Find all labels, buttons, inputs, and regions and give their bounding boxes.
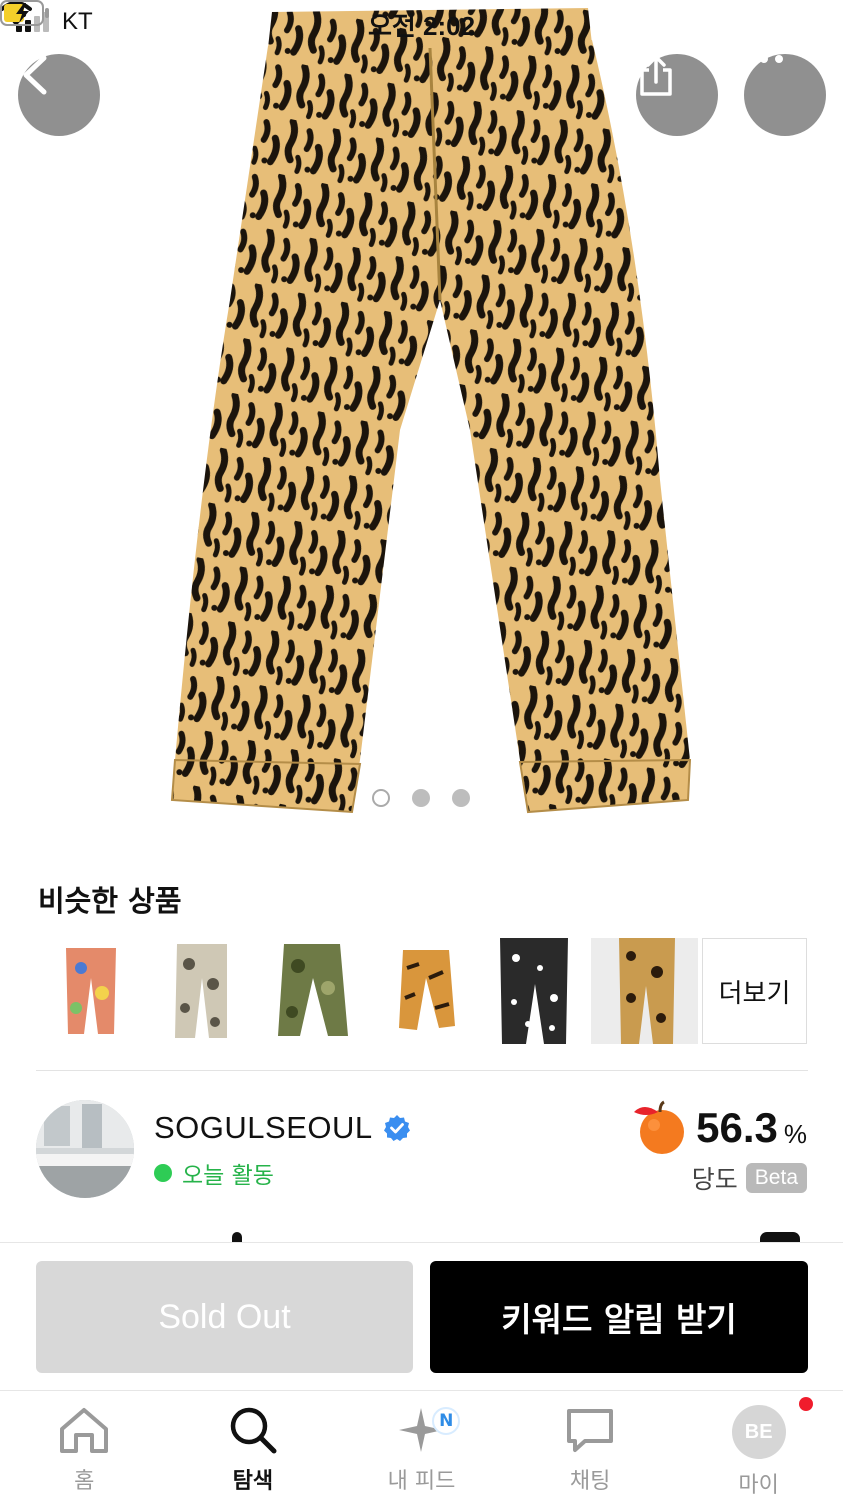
seller-name[interactable]: SOGULSEOUL (154, 1110, 373, 1146)
online-dot-icon (154, 1164, 172, 1182)
similar-items-list: 더보기 (36, 938, 807, 1044)
similar-item-camo-print[interactable] (147, 938, 254, 1044)
tab-my-feed[interactable]: N 내 피드 (337, 1391, 506, 1500)
similar-item-leopard-print[interactable] (591, 938, 698, 1044)
leopard-pants-photo (170, 8, 692, 814)
seller-name-row[interactable]: SOGULSEOUL (154, 1110, 411, 1146)
activity-status: 오늘 활동 (154, 1156, 274, 1190)
sold-out-button: Sold Out (36, 1261, 413, 1373)
search-icon (230, 1407, 277, 1454)
seller-avatar[interactable] (36, 1100, 134, 1198)
tab-label: 채팅 (569, 1469, 611, 1494)
similar-item-colorful-print[interactable] (36, 938, 143, 1044)
page-dot[interactable] (372, 789, 390, 807)
tab-my[interactable]: BE 마이 (674, 1391, 843, 1500)
back-button[interactable] (18, 54, 100, 136)
battery-charging-icon (0, 0, 49, 26)
page-dot[interactable] (412, 789, 430, 807)
more-options-button[interactable] (744, 54, 826, 136)
similar-item-tiger-print[interactable] (369, 938, 476, 1044)
sweetness-label: 당도 (691, 1165, 738, 1194)
sweetness-score[interactable]: 56.3 % (630, 1100, 807, 1156)
tab-label: 홈 (74, 1469, 95, 1494)
orange-fruit-icon (634, 1100, 685, 1154)
tab-search[interactable]: 탐색 (169, 1391, 338, 1500)
more-dots-icon (745, 55, 783, 63)
clock: 오전 2:02 (367, 11, 476, 41)
page-dot[interactable] (452, 789, 470, 807)
activity-label: 오늘 활동 (182, 1163, 274, 1189)
home-icon (60, 1408, 109, 1453)
tab-label: 내 피드 (387, 1469, 456, 1494)
similar-item-black-white-print[interactable] (480, 938, 587, 1044)
beta-badge: Beta (745, 1163, 807, 1193)
divider (36, 1070, 808, 1071)
carousel-pagination (372, 789, 470, 807)
notification-dot (799, 1397, 814, 1411)
share-button[interactable] (636, 54, 718, 136)
product-image-carousel[interactable]: KT 오전 2:02 (0, 0, 843, 845)
sweetness-value: 56.3 (696, 1104, 778, 1151)
bottom-action-bar: Sold Out 키워드 알림 받기 (0, 1242, 843, 1390)
similar-more-button[interactable]: 더보기 (702, 938, 807, 1044)
tab-home[interactable]: 홈 (0, 1391, 169, 1500)
tab-label: 탐색 (232, 1469, 274, 1494)
similar-item-green-camo[interactable] (258, 938, 365, 1044)
new-badge: N (432, 1407, 461, 1435)
verified-badge-icon (383, 1115, 410, 1141)
chevron-left-icon (23, 55, 47, 95)
status-bar: KT 오전 2:02 (0, 0, 843, 48)
tab-label: 마이 (738, 1473, 779, 1498)
tab-chat[interactable]: 채팅 (506, 1391, 675, 1500)
share-icon (640, 55, 672, 96)
similar-items-title: 비슷한 상품 (38, 884, 182, 918)
sweetness-unit: % (783, 1118, 807, 1149)
chat-icon (567, 1409, 614, 1452)
sweetness-label-row: 당도 Beta (692, 1160, 807, 1196)
keyword-alert-button[interactable]: 키워드 알림 받기 (430, 1261, 808, 1373)
profile-avatar: BE (731, 1405, 786, 1459)
bottom-tab-bar: 홈 탐색 N 내 피드 채팅 BE 마이 (0, 1390, 843, 1500)
